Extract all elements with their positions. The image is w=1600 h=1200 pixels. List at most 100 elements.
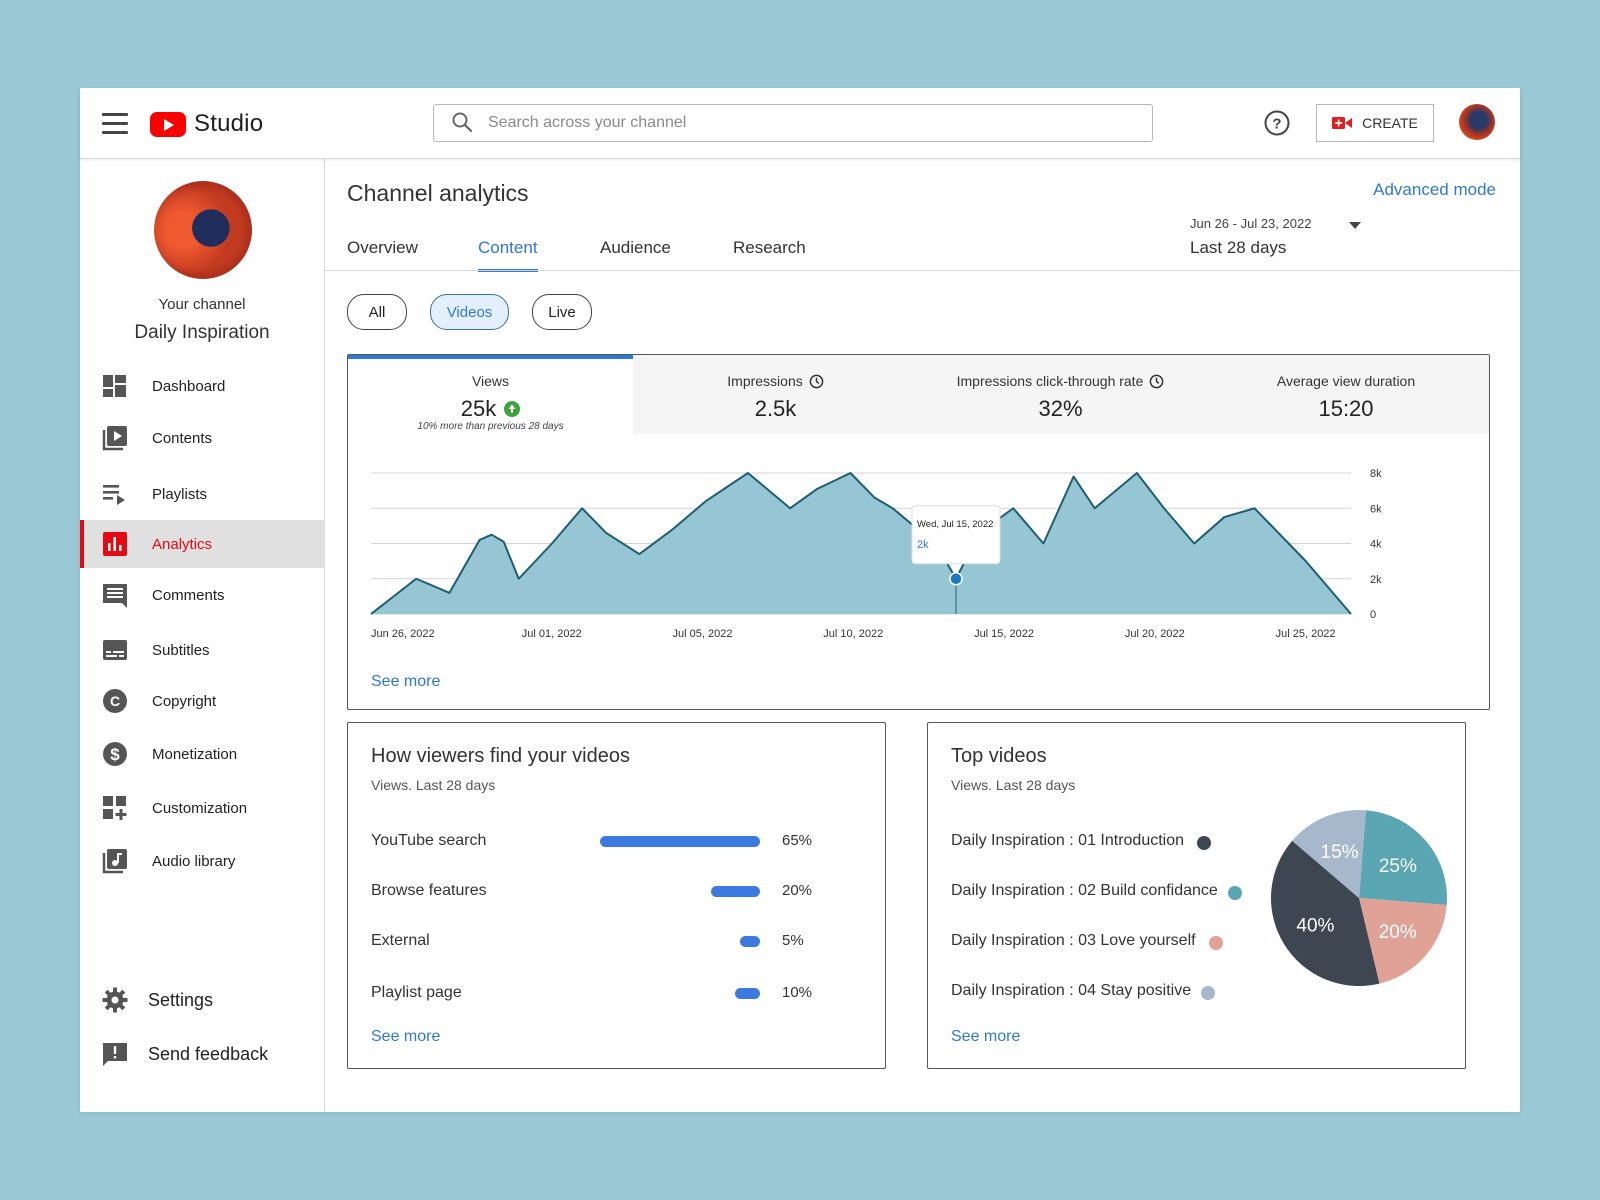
chip-videos[interactable]: Videos <box>430 294 509 330</box>
sidebar-item-label: Comments <box>152 586 225 604</box>
top-video-row[interactable]: Daily Inspiration : 02 Build confidance <box>951 880 1271 904</box>
caret-down-icon[interactable] <box>1348 220 1362 230</box>
pie-slice-label: 40% <box>1296 916 1334 937</box>
metric-tab-impressions[interactable]: Impressions 2.5k <box>633 355 919 434</box>
logo-text: Studio <box>194 110 264 137</box>
traffic-sources-card: How viewers find your videos Views. Last… <box>347 722 886 1069</box>
top-video-title: Daily Inspiration : 01 Introduction <box>951 832 1185 849</box>
tab-research[interactable]: Research <box>733 238 806 258</box>
traffic-source-row[interactable]: YouTube search 65% <box>371 830 831 854</box>
sidebar-item-playlists[interactable]: Playlists <box>80 470 324 518</box>
sidebar-item-label: Playlists <box>152 485 208 503</box>
traffic-source-row[interactable]: External 5% <box>371 930 831 954</box>
traffic-source-name: External <box>371 932 430 949</box>
see-more-link[interactable]: See more <box>951 1028 1020 1046</box>
top-video-title: Daily Inspiration : 03 Love yourself <box>951 932 1196 949</box>
views-area-chart: 8k 6k 4k 2k 0 Jun 26, 2022 Jul 01, 2022 Jul 05,… <box>370 468 1382 640</box>
metric-value: 2.5k <box>754 396 797 421</box>
channel-name: Daily Inspiration <box>134 322 270 343</box>
x-tick-label: Jul 20, 2022 <box>1125 628 1185 640</box>
x-tick-label: Jul 05, 2022 <box>673 628 733 640</box>
date-period[interactable]: Last 28 days <box>1190 238 1286 258</box>
traffic-source-name: YouTube search <box>371 832 487 849</box>
metrics-card: Views 25k 10% more than previous 28 days… <box>347 354 1490 710</box>
help-icon[interactable]: ? <box>1263 109 1291 137</box>
clock-icon[interactable] <box>1149 374 1164 389</box>
see-more-link[interactable]: See more <box>371 673 440 691</box>
y-tick-label: 8k <box>1370 468 1382 480</box>
hover-point[interactable] <box>949 572 963 586</box>
traffic-source-row[interactable]: Playlist page 10% <box>371 982 831 1006</box>
top-video-row[interactable]: Daily Inspiration : 01 Introduction <box>951 830 1271 854</box>
traffic-source-row[interactable]: Browse features 20% <box>371 880 831 904</box>
top-video-row[interactable]: Daily Inspiration : 04 Stay positive <box>951 980 1271 1004</box>
sidebar-item-label: Contents <box>152 429 213 447</box>
chip-all[interactable]: All <box>347 294 407 330</box>
chip-live[interactable]: Live <box>532 294 592 330</box>
studio-logo[interactable]: Studio <box>150 110 263 138</box>
sidebar-item-send-feedback[interactable]: Send feedback <box>80 1030 324 1078</box>
top-videos-card: Top videos Views. Last 28 days Daily Ins… <box>927 722 1466 1069</box>
top-video-title: Daily Inspiration : 02 Build confidance <box>951 882 1218 899</box>
feedback-icon <box>103 1043 127 1066</box>
tab-audience[interactable]: Audience <box>600 238 671 258</box>
menu-icon[interactable] <box>102 113 128 134</box>
top-header: Studio ? CREATE <box>80 88 1520 159</box>
sidebar-item-comments[interactable]: Comments <box>80 571 324 619</box>
card-title: How viewers find your videos <box>371 745 630 767</box>
sidebar-item-copyright[interactable]: C Copyright <box>80 677 324 725</box>
tab-overview[interactable]: Overview <box>347 238 418 258</box>
metric-tab-ctr[interactable]: Impressions click-through rate 32% <box>918 355 1204 434</box>
x-tick-label: Jul 25, 2022 <box>1276 628 1336 640</box>
sidebar-item-subtitles[interactable]: Subtitles <box>80 626 324 674</box>
subtitles-icon <box>103 640 127 660</box>
advanced-mode-link[interactable]: Advanced mode <box>1373 180 1496 200</box>
account-avatar[interactable] <box>1459 104 1495 140</box>
metric-tab-views[interactable]: Views 25k 10% more than previous 28 days <box>348 355 634 434</box>
search-icon <box>452 112 473 133</box>
dashboard-icon <box>103 375 126 397</box>
channel-avatar[interactable] <box>154 181 252 279</box>
gear-icon <box>102 987 128 1013</box>
copyright-icon: C <box>103 689 127 713</box>
search-input[interactable] <box>486 113 1130 133</box>
card-subtitle: Views. Last 28 days <box>951 777 1076 793</box>
metric-note: 10% more than previous 28 days <box>417 421 564 432</box>
sidebar: Your channel Daily Inspiration Dashboard… <box>80 158 325 1112</box>
tab-content[interactable]: Content <box>478 238 538 272</box>
metric-value: 15:20 <box>1318 396 1374 421</box>
sidebar-item-audio-library[interactable]: Audio library <box>80 837 324 885</box>
date-range[interactable]: Jun 26 - Jul 23, 2022 <box>1190 216 1311 231</box>
traffic-source-name: Playlist page <box>371 984 462 1001</box>
legend-dot <box>1201 986 1215 1000</box>
clock-icon[interactable] <box>809 374 824 389</box>
metric-tab-avg-duration[interactable]: Average view duration 15:20 <box>1203 355 1489 434</box>
metric-name: Impressions click-through rate <box>956 373 1144 389</box>
sidebar-item-dashboard[interactable]: Dashboard <box>80 362 324 410</box>
traffic-source-percent: 10% <box>782 984 813 1001</box>
svg-text:C: C <box>110 693 120 709</box>
metric-value-row: 25k <box>348 396 633 422</box>
sidebar-item-customization[interactable]: Customization <box>80 784 324 832</box>
top-video-row[interactable]: Daily Inspiration : 03 Love yourself <box>951 930 1271 954</box>
sidebar-item-label: Customization <box>152 799 248 817</box>
metric-name: Impressions <box>727 373 803 389</box>
sidebar-item-monetization[interactable]: $ Monetization <box>80 730 324 778</box>
sidebar-item-settings[interactable]: Settings <box>80 976 324 1024</box>
create-button[interactable]: CREATE <box>1316 104 1434 142</box>
tooltip-value: 2k <box>917 539 929 551</box>
analytics-icon <box>103 532 127 556</box>
tabs-divider <box>324 270 1520 271</box>
sidebar-item-analytics[interactable]: Analytics <box>80 520 324 568</box>
traffic-source-percent: 65% <box>782 832 813 849</box>
metric-name: Average view duration <box>1276 373 1416 389</box>
x-tick-label: Jul 15, 2022 <box>974 628 1034 640</box>
traffic-source-bar <box>710 886 760 897</box>
traffic-source-bar <box>740 936 760 947</box>
sidebar-item-contents[interactable]: Contents <box>80 414 324 462</box>
see-more-link[interactable]: See more <box>371 1028 440 1046</box>
sidebar-item-label: Dashboard <box>152 377 226 395</box>
search-box[interactable] <box>433 104 1153 142</box>
svg-text:?: ? <box>1272 116 1281 133</box>
sidebar-item-label: Audio library <box>152 852 236 870</box>
